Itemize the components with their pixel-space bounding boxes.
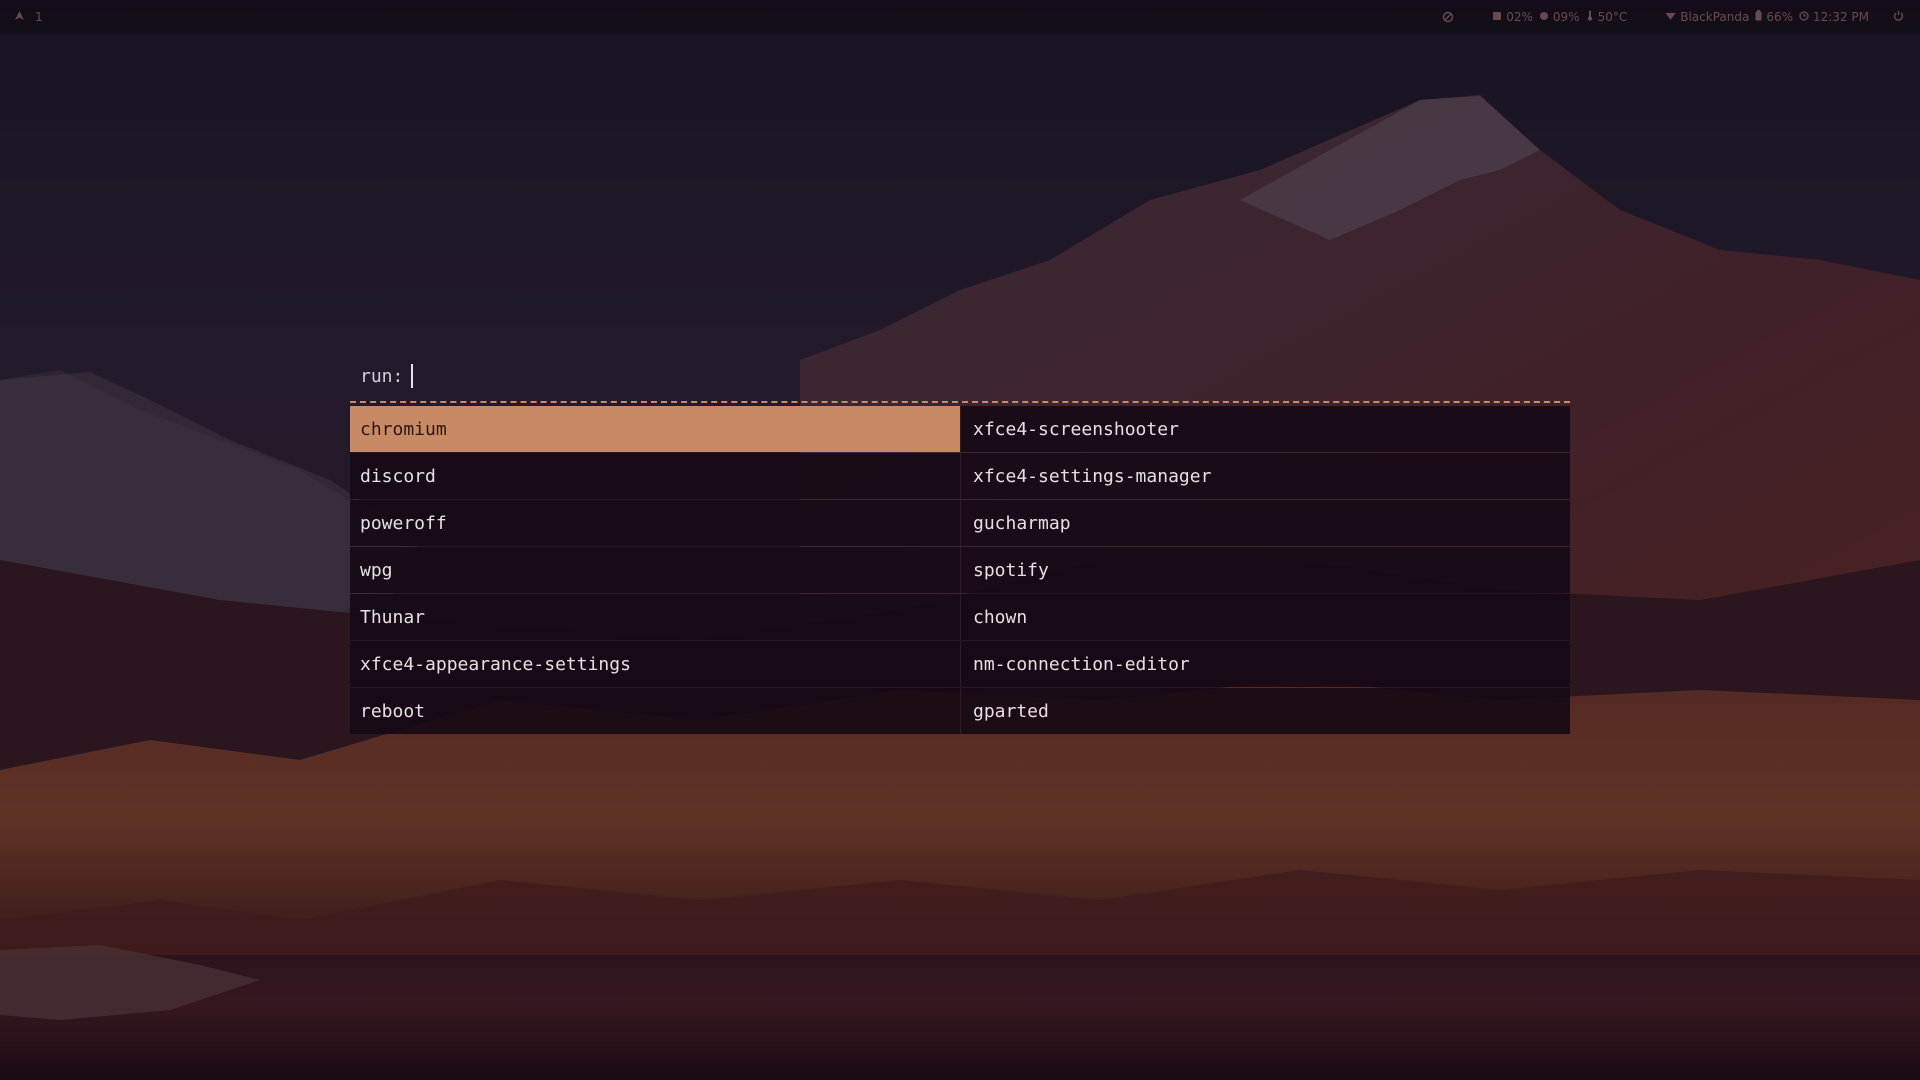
battery-indicator: 66% [1755,10,1793,24]
wifi-icon [1665,10,1676,24]
app-launcher: run: chromium xfce4-screenshooter discor… [350,354,1570,735]
launcher-item-wpg[interactable]: wpg [350,547,960,593]
prompt-divider [350,401,1570,403]
thermometer-icon [1586,10,1594,24]
prompt-label: run: [360,365,404,387]
workspace-indicator[interactable]: 1 [35,10,43,24]
launcher-prompt-row[interactable]: run: [350,354,1570,398]
battery-icon [1755,10,1762,24]
network-indicator[interactable]: BlackPanda [1665,10,1749,24]
launcher-item-gparted[interactable]: gparted [960,688,1570,734]
launcher-item-spotify[interactable]: spotify [960,547,1570,593]
launcher-item-xfce4-screenshooter[interactable]: xfce4-screenshooter [960,406,1570,452]
launcher-item-xfce4-settings-manager[interactable]: xfce4-settings-manager [960,453,1570,499]
launcher-item-gucharmap[interactable]: gucharmap [960,500,1570,546]
temperature-value: 50°C [1597,10,1628,24]
launcher-item-chown[interactable]: chown [960,594,1570,640]
launcher-item-poweroff[interactable]: poweroff [350,500,960,546]
status-bar-right: 02% 09% 50°C BlackPanda 66% 12:32 PM [1442,0,1904,34]
text-cursor [411,364,414,388]
memory-usage: 09% [1552,10,1580,24]
clock-icon [1799,10,1809,24]
memory-indicator: 09% [1539,10,1580,24]
cpu-icon [1492,10,1502,24]
launcher-results: chromium xfce4-screenshooter discord xfc… [350,406,1570,735]
launcher-item-nm-connection-editor[interactable]: nm-connection-editor [960,641,1570,687]
clock[interactable]: 12:32 PM [1799,10,1869,24]
power-icon[interactable] [1893,10,1904,24]
status-bar-left: 1 [14,0,43,34]
temperature-indicator: 50°C [1586,10,1628,24]
launcher-item-reboot[interactable]: reboot [350,688,960,734]
cpu-indicator: 02% [1492,10,1533,24]
status-bar: 1 02% 09% 50°C BlackPanda 66% 12:32 PM [0,0,1920,34]
arch-icon[interactable] [14,10,25,24]
network-name: BlackPanda [1680,10,1750,24]
launcher-item-xfce4-appearance-settings[interactable]: xfce4-appearance-settings [350,641,960,687]
memory-icon [1539,10,1549,24]
cpu-usage: 02% [1506,10,1533,24]
clock-time: 12:32 PM [1813,10,1869,24]
desktop: 1 02% 09% 50°C BlackPanda 66% 12:32 PM r… [0,0,1920,1080]
launcher-item-discord[interactable]: discord [350,453,960,499]
no-signal-icon [1442,11,1454,23]
launcher-item-thunar[interactable]: Thunar [350,594,960,640]
launcher-item-chromium[interactable]: chromium [350,406,960,452]
battery-level: 66% [1766,10,1793,24]
